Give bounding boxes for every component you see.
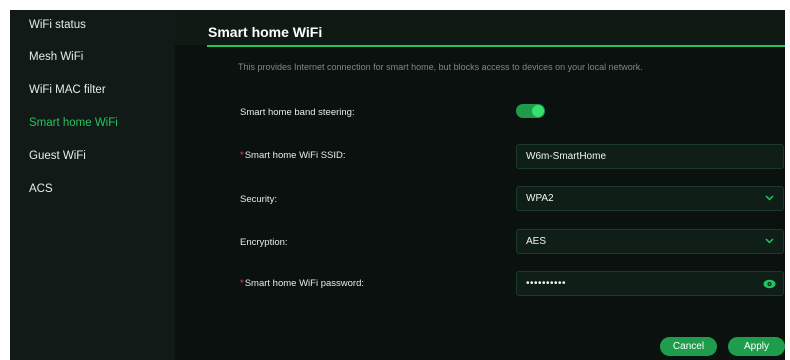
password-label-text: Smart home WiFi password: (244, 278, 365, 289)
encryption-value: AES (526, 236, 547, 247)
sidebar-item-acs[interactable]: ACS (29, 183, 53, 195)
ssid-label: *Smart home WiFi SSID: (240, 150, 346, 161)
password-field[interactable]: •••••••••• (516, 271, 784, 296)
security-value: WPA2 (526, 193, 554, 204)
page-description: This provides Internet connection for sm… (238, 62, 643, 72)
sidebar-item-mesh-wifi[interactable]: Mesh WiFi (29, 51, 83, 63)
sidebar-item-wifi-status[interactable]: WiFi status (29, 19, 86, 31)
page-header: Smart home WiFi (175, 10, 785, 45)
sidebar: WiFi status Mesh WiFi WiFi MAC filter Sm… (10, 10, 175, 360)
ssid-label-text: Smart home WiFi SSID: (244, 150, 346, 161)
ssid-field[interactable] (516, 144, 784, 169)
apply-button[interactable]: Apply (728, 337, 785, 356)
band-steering-label: Smart home band steering: (240, 107, 355, 118)
sidebar-item-wifi-mac-filter[interactable]: WiFi MAC filter (29, 84, 106, 96)
ssid-input[interactable] (526, 151, 746, 162)
encryption-label: Encryption: (240, 237, 288, 248)
main-panel: Smart home WiFi This provides Internet c… (175, 10, 785, 360)
password-label: *Smart home WiFi password: (240, 278, 364, 289)
toggle-knob (532, 105, 544, 117)
encryption-select[interactable]: AES (516, 229, 784, 254)
sidebar-item-smart-home-wifi[interactable]: Smart home WiFi (29, 117, 118, 129)
sidebar-item-guest-wifi[interactable]: Guest WiFi (29, 150, 86, 162)
band-steering-toggle[interactable] (516, 104, 545, 118)
app-frame: WiFi status Mesh WiFi WiFi MAC filter Sm… (10, 10, 785, 360)
required-mark: * (240, 278, 244, 289)
chevron-down-icon (765, 195, 774, 201)
header-underline (207, 45, 785, 47)
page-title: Smart home WiFi (208, 24, 323, 40)
eye-icon[interactable] (763, 278, 776, 290)
password-input[interactable]: •••••••••• (526, 278, 746, 289)
required-mark: * (240, 150, 244, 161)
security-select[interactable]: WPA2 (516, 186, 784, 211)
security-label: Security: (240, 194, 277, 205)
cancel-button[interactable]: Cancel (660, 337, 717, 356)
chevron-down-icon (765, 238, 774, 244)
